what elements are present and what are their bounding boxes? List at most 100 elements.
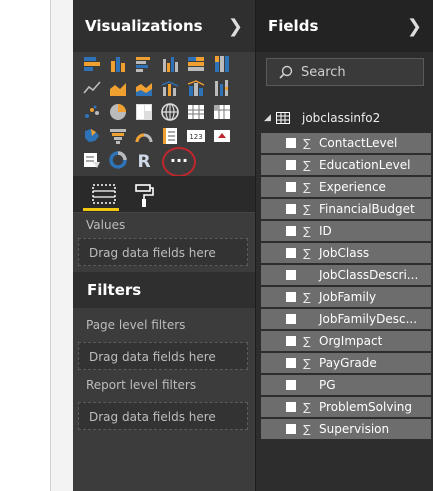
sigma-icon: ∑ <box>303 136 311 150</box>
field-item[interactable]: ∑ PayGrade <box>261 353 431 373</box>
field-item[interactable]: ∑ ContactLevel <box>261 133 431 153</box>
field-item[interactable]: ∑ ID <box>261 221 431 241</box>
filters-title: Filters <box>73 272 255 308</box>
pie-chart-icon[interactable] <box>107 101 129 123</box>
clustered-column-icon[interactable] <box>159 53 181 75</box>
kpi-icon[interactable] <box>211 125 233 147</box>
field-checkbox[interactable] <box>286 160 296 170</box>
field-label: Supervision <box>319 422 390 436</box>
field-checkbox[interactable] <box>286 182 296 192</box>
field-checkbox[interactable] <box>286 248 296 258</box>
field-item[interactable]: PG <box>261 375 431 395</box>
page-level-filters-label: Page level filters <box>86 318 186 332</box>
line-clustered-column-icon[interactable] <box>159 77 181 99</box>
field-label: EducationLevel <box>319 158 411 172</box>
active-tab-indicator <box>83 208 119 211</box>
field-checkbox[interactable] <box>286 314 296 324</box>
field-checkbox[interactable] <box>286 424 296 434</box>
report-canvas[interactable] <box>0 0 51 491</box>
table-icon[interactable] <box>185 101 207 123</box>
field-checkbox[interactable] <box>286 292 296 302</box>
donut-chart-icon[interactable] <box>107 149 129 171</box>
stacked-bar-icon[interactable] <box>81 53 103 75</box>
matrix-icon[interactable] <box>211 101 233 123</box>
field-item[interactable]: ∑ Experience <box>261 177 431 197</box>
stacked-column-icon[interactable] <box>107 53 129 75</box>
field-label: OrgImpact <box>319 334 383 348</box>
field-item[interactable]: JobClassDescri... <box>261 265 431 285</box>
field-label: JobClass <box>319 246 370 260</box>
field-label: JobFamilyDesc... <box>319 312 418 326</box>
page-filters-dropzone[interactable]: Drag data fields here <box>78 342 248 370</box>
sigma-icon: ∑ <box>303 180 311 194</box>
fields-title: Fields <box>268 17 319 35</box>
field-list: ∑ ContactLevel ∑ EducationLevel ∑ Experience ∑… <box>261 133 431 441</box>
clustered-bar-icon[interactable] <box>133 53 155 75</box>
field-label: ProblemSolving <box>319 400 413 414</box>
viz-tabs <box>73 176 255 213</box>
fields-tab-icon[interactable] <box>89 182 119 210</box>
field-item[interactable]: ∑ OrgImpact <box>261 331 431 351</box>
field-checkbox[interactable] <box>286 138 296 148</box>
paint-roller-icon[interactable] <box>133 182 155 208</box>
more-visuals-label: ··· <box>169 151 189 170</box>
multirow-card-icon[interactable] <box>159 125 181 147</box>
card-icon[interactable]: 123 <box>185 125 207 147</box>
100-stacked-column-icon[interactable] <box>211 53 233 75</box>
card-icon-text: 123 <box>189 133 202 141</box>
ribbon-chart-icon[interactable] <box>211 77 233 99</box>
visualizations-title: Visualizations <box>85 17 203 35</box>
field-label: JobClassDescri... <box>319 268 419 282</box>
sigma-icon: ∑ <box>303 356 311 370</box>
area-chart-icon[interactable] <box>107 77 129 99</box>
chevron-right-icon[interactable]: ❯ <box>407 16 422 37</box>
filled-map-icon[interactable] <box>81 125 103 147</box>
sigma-icon: ∑ <box>303 290 311 304</box>
report-filters-dropzone[interactable]: Drag data fields here <box>78 402 248 430</box>
slicer-icon[interactable] <box>81 149 103 171</box>
field-label: FinancialBudget <box>319 202 415 216</box>
fields-pane: Fields ❯ Search ◢ jobclassinfo2 ∑ Contact… <box>255 0 433 491</box>
field-checkbox[interactable] <box>286 402 296 412</box>
collapse-caret-icon[interactable]: ◢ <box>264 113 276 123</box>
field-checkbox[interactable] <box>286 336 296 346</box>
field-item[interactable]: ∑ JobFamily <box>261 287 431 307</box>
field-item[interactable]: ∑ FinancialBudget <box>261 199 431 219</box>
line-stacked-column-icon[interactable] <box>185 77 207 99</box>
r-visual-icon[interactable]: R <box>133 149 155 171</box>
sigma-icon: ∑ <box>303 334 311 348</box>
treemap-icon[interactable] <box>133 101 155 123</box>
chevron-right-icon[interactable]: ❯ <box>228 16 243 37</box>
fields-header: Fields ❯ <box>256 0 433 52</box>
stacked-area-icon[interactable] <box>133 77 155 99</box>
field-item[interactable]: ∑ JobClass <box>261 243 431 263</box>
100-stacked-bar-icon[interactable] <box>185 53 207 75</box>
field-label: PayGrade <box>319 356 377 370</box>
table-node[interactable]: ◢ jobclassinfo2 <box>264 108 380 128</box>
field-item[interactable]: ∑ ProblemSolving <box>261 397 431 417</box>
sigma-icon: ∑ <box>303 224 311 238</box>
search-placeholder: Search <box>301 64 346 80</box>
field-item[interactable]: ∑ Supervision <box>261 419 431 439</box>
field-label: Experience <box>319 180 386 194</box>
visualizations-header: Visualizations ❯ <box>73 0 255 52</box>
map-icon[interactable] <box>159 101 181 123</box>
sigma-icon: ∑ <box>303 400 311 414</box>
field-checkbox[interactable] <box>286 380 296 390</box>
more-visuals-icon[interactable]: ··· <box>162 147 196 177</box>
field-checkbox[interactable] <box>286 358 296 368</box>
table-name: jobclassinfo2 <box>302 111 381 125</box>
line-chart-icon[interactable] <box>81 77 103 99</box>
field-checkbox[interactable] <box>286 270 296 280</box>
search-input[interactable]: Search <box>266 58 424 86</box>
scatter-chart-icon[interactable] <box>81 101 103 123</box>
sigma-icon: ∑ <box>303 158 311 172</box>
funnel-icon[interactable] <box>107 125 129 147</box>
field-checkbox[interactable] <box>286 226 296 236</box>
gauge-icon[interactable] <box>133 125 155 147</box>
field-item[interactable]: ∑ EducationLevel <box>261 155 431 175</box>
field-checkbox[interactable] <box>286 204 296 214</box>
field-label: JobFamily <box>319 290 377 304</box>
field-item[interactable]: JobFamilyDesc... <box>261 309 431 329</box>
values-dropzone[interactable]: Drag data fields here <box>78 238 248 266</box>
